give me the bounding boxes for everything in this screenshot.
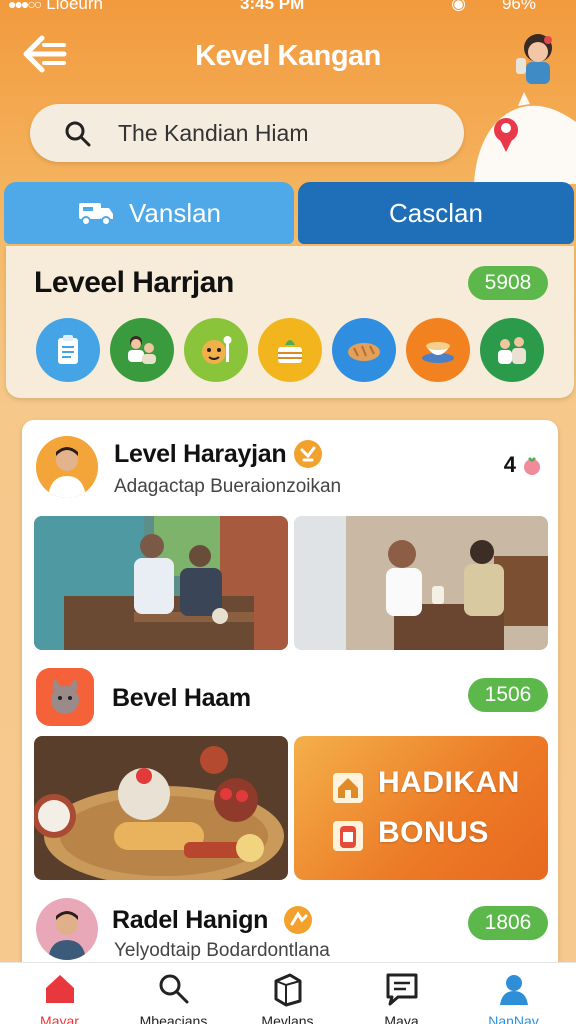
points-badge: 1506 bbox=[468, 678, 548, 712]
search-icon bbox=[159, 974, 189, 1004]
couple-photo bbox=[294, 516, 548, 650]
nav-label: Maya bbox=[384, 1013, 419, 1024]
bowl-icon bbox=[422, 342, 454, 363]
battery-level: 96% bbox=[501, 0, 536, 13]
page-title: Kevel Kangan bbox=[195, 40, 381, 72]
bonus-title: HADIKAN bbox=[378, 766, 520, 799]
bonus-subtitle: BONUS bbox=[378, 816, 489, 849]
nav-item-chat[interactable]: Maya bbox=[344, 963, 459, 1024]
photo-cafe-couple[interactable] bbox=[294, 516, 548, 650]
category-people[interactable] bbox=[110, 318, 174, 382]
points-badge: 1806 bbox=[468, 906, 548, 940]
feed-card: Level Harayjan Adagactap Bueraionzoikan … bbox=[22, 420, 558, 980]
nav-label: Mayar bbox=[40, 1013, 79, 1024]
bonus-banner[interactable]: HADIKAN BONUS bbox=[294, 736, 548, 880]
nav-item-home[interactable]: Mayar bbox=[2, 963, 117, 1024]
cafe-photo bbox=[34, 516, 288, 650]
bird-mascot-icon bbox=[474, 92, 576, 184]
avatar[interactable] bbox=[36, 898, 98, 960]
man-avatar-icon bbox=[36, 436, 98, 498]
post-title[interactable]: Bevel Haam bbox=[112, 684, 251, 713]
cat-mascot-icon bbox=[36, 668, 94, 726]
tab-label: Vanslan bbox=[128, 197, 222, 228]
jar-icon bbox=[333, 821, 363, 851]
nav-label: NanNav bbox=[488, 1013, 539, 1024]
people-icon bbox=[128, 336, 156, 364]
search-icon bbox=[65, 121, 91, 147]
girl-avatar-icon bbox=[516, 34, 552, 84]
truck-icon bbox=[78, 203, 113, 226]
nav-item-search[interactable]: Mbeacians bbox=[116, 963, 231, 1024]
signal-icon: ●●●○○ bbox=[8, 0, 42, 12]
status-bar: ●●●○○ Lloeurh 3:45 PM ◉ 96% bbox=[0, 0, 576, 18]
avatar[interactable] bbox=[36, 436, 98, 498]
carrier-name: Lloeurh bbox=[46, 0, 103, 13]
verified-badge-icon bbox=[284, 906, 312, 934]
tab-vanslan[interactable]: Vanslan bbox=[4, 182, 294, 244]
clipboard-icon bbox=[58, 335, 78, 364]
nav-item-profile[interactable]: NanNav bbox=[456, 963, 571, 1024]
reaction-count: 4 bbox=[503, 452, 516, 477]
mascot-icon bbox=[202, 336, 232, 364]
category-clipboard[interactable] bbox=[36, 318, 100, 382]
post-subtitle: Adagactap Bueraionzoikan bbox=[114, 476, 342, 497]
search-bar[interactable]: The Kandian Hiam bbox=[30, 104, 464, 162]
chat-list-icon bbox=[386, 973, 418, 1006]
avatar[interactable] bbox=[36, 668, 94, 726]
profile-avatar[interactable] bbox=[512, 28, 564, 86]
tab-casclan[interactable]: Casclan bbox=[298, 182, 574, 244]
category-family[interactable] bbox=[480, 318, 544, 382]
carrier: ●●●○○ Lloeurh bbox=[8, 0, 103, 14]
nav-item-box[interactable]: Mevlans bbox=[230, 963, 345, 1024]
category-bowl[interactable] bbox=[406, 318, 470, 382]
points-badge: 5908 bbox=[468, 266, 548, 300]
man-avatar-icon bbox=[36, 898, 98, 960]
nav-label: Mbeacians bbox=[139, 1013, 208, 1024]
category-row bbox=[36, 318, 544, 382]
panel-heading: Leveel Harrjan bbox=[34, 266, 234, 299]
verified-badge-icon bbox=[294, 440, 322, 468]
profile-icon bbox=[500, 975, 528, 1005]
category-mascot[interactable] bbox=[184, 318, 248, 382]
post-title[interactable]: Radel Hanign bbox=[112, 906, 268, 935]
category-cake[interactable] bbox=[258, 318, 322, 382]
home-icon bbox=[46, 975, 74, 1003]
bottom-nav: Mayar Mbeacians Mevlans Maya NanNav bbox=[0, 962, 576, 1024]
photo-food-platter[interactable] bbox=[34, 736, 288, 880]
bread-icon bbox=[348, 343, 380, 361]
search-input[interactable]: The Kandian Hiam bbox=[118, 120, 309, 147]
house-icon bbox=[333, 773, 363, 803]
nav-label: Mevlans bbox=[261, 1013, 314, 1024]
box-icon bbox=[274, 973, 302, 1007]
post-title[interactable]: Level Harayjan bbox=[114, 440, 287, 469]
family-icon bbox=[498, 337, 526, 364]
reaction-counter[interactable]: 4 bbox=[504, 452, 544, 478]
levels-panel: Leveel Harrjan 5908 bbox=[6, 246, 574, 398]
post-subtitle: Yelyodtaip Bodardontlana bbox=[114, 940, 330, 961]
tab-label: Casclan bbox=[389, 197, 483, 228]
strawberry-icon bbox=[524, 457, 540, 475]
cake-icon bbox=[278, 340, 302, 363]
category-bread[interactable] bbox=[332, 318, 396, 382]
food-photo bbox=[34, 736, 288, 880]
photo-cafe-men[interactable] bbox=[34, 516, 288, 650]
app-header: Kevel Kangan bbox=[0, 28, 576, 88]
wifi-icon: ◉ bbox=[451, 0, 466, 13]
clock: 3:45 PM bbox=[240, 0, 305, 13]
